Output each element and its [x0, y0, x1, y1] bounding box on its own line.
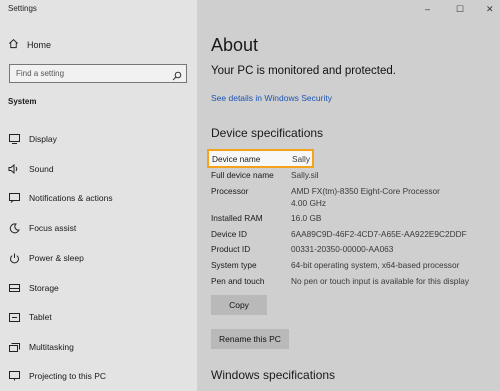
sidebar-item-label: Power & sleep [29, 253, 84, 263]
power-icon [8, 253, 20, 264]
home-label: Home [27, 40, 52, 50]
sidebar-item-display[interactable]: Display [8, 132, 57, 146]
close-button[interactable]: ✕ [486, 4, 494, 15]
tablet-icon [8, 312, 20, 322]
notifications-icon [8, 193, 20, 203]
section-label-system: System [8, 97, 37, 106]
spec-label: System type [211, 260, 257, 270]
spec-value: 64-bit operating system, x64-based proce… [291, 260, 460, 270]
sidebar-item-sound[interactable]: Sound [8, 162, 54, 176]
sidebar-item-home[interactable]: Home [8, 38, 51, 52]
sidebar-item-label: Storage [29, 283, 59, 293]
sidebar-item-tablet[interactable]: Tablet [8, 310, 52, 324]
device-name-value: Sally [292, 154, 310, 164]
sidebar-item-focus-assist[interactable]: Focus assist [8, 221, 76, 235]
spec-row-device-id: Device ID 6AA89C9D-46F2-4CD7-A65E-AA922E… [211, 229, 491, 241]
rename-pc-button[interactable]: Rename this PC [211, 329, 289, 349]
spec-label: Processor [211, 186, 249, 196]
spec-row-processor: Processor AMD FX(tm)-8350 Eight-Core Pro… [211, 186, 491, 198]
security-details-link[interactable]: See details in Windows Security [211, 93, 332, 103]
sidebar-item-storage[interactable]: Storage [8, 281, 59, 295]
focus-assist-icon [8, 222, 20, 234]
app-title: Settings [8, 4, 37, 13]
sidebar: Settings Home System Display Sound Notif… [0, 0, 197, 391]
spec-value: Sally.sil [291, 170, 319, 180]
spec-row-full-device-name: Full device name Sally.sil [211, 170, 491, 182]
projecting-icon [8, 371, 20, 381]
sidebar-item-label: Sound [29, 164, 54, 174]
spec-row-product-id: Product ID 00331-20350-00000-AA063 [211, 244, 491, 256]
sidebar-item-label: Notifications & actions [29, 193, 113, 203]
search-input[interactable] [16, 67, 166, 80]
spec-label: Pen and touch [211, 276, 265, 286]
spec-label: Device ID [211, 229, 247, 239]
spec-label: Product ID [211, 244, 251, 254]
spec-row-system-type: System type 64-bit operating system, x64… [211, 260, 491, 272]
sidebar-item-label: Multitasking [29, 342, 74, 352]
maximize-button[interactable]: ☐ [456, 4, 464, 15]
home-icon [8, 36, 19, 54]
sound-icon [8, 164, 20, 174]
display-icon [8, 134, 20, 144]
search-box[interactable] [9, 64, 187, 83]
sidebar-item-projecting[interactable]: Projecting to this PC [8, 369, 106, 383]
spec-value: AMD FX(tm)-8350 Eight-Core Processor [291, 186, 440, 196]
device-name-highlight: Device name Sally [207, 149, 314, 168]
multitasking-icon [8, 342, 20, 352]
protection-status: Your PC is monitored and protected. [211, 65, 396, 77]
storage-icon [8, 284, 20, 292]
copy-button[interactable]: Copy [211, 295, 267, 315]
sidebar-item-multitasking[interactable]: Multitasking [8, 340, 74, 354]
spec-row-pen-touch: Pen and touch No pen or touch input is a… [211, 276, 491, 288]
spec-row-installed-ram: Installed RAM 16.0 GB [211, 213, 491, 225]
sidebar-item-label: Tablet [29, 312, 52, 322]
sidebar-item-label: Focus assist [29, 223, 77, 233]
device-name-label: Device name [212, 154, 261, 164]
page-title: About [211, 35, 259, 55]
sidebar-item-notifications[interactable]: Notifications & actions [8, 191, 113, 205]
search-icon[interactable] [172, 68, 182, 86]
spec-value: 00331-20350-00000-AA063 [291, 244, 394, 254]
processor-speed: 4.00 GHz [291, 198, 327, 208]
spec-value: No pen or touch input is available for t… [291, 276, 470, 286]
minimize-button[interactable]: – [425, 4, 430, 14]
spec-label: Installed RAM [211, 213, 263, 223]
sidebar-item-label: Display [29, 134, 57, 144]
windows-specs-heading: Windows specifications [211, 368, 336, 382]
spec-value: 16.0 GB [291, 213, 322, 223]
spec-label: Full device name [211, 170, 274, 180]
sidebar-item-label: Projecting to this PC [29, 371, 107, 381]
sidebar-item-power-sleep[interactable]: Power & sleep [8, 251, 84, 265]
spec-value: 6AA89C9D-46F2-4CD7-A65E-AA922E9C2DDF [291, 229, 467, 239]
device-specs-heading: Device specifications [211, 126, 324, 140]
